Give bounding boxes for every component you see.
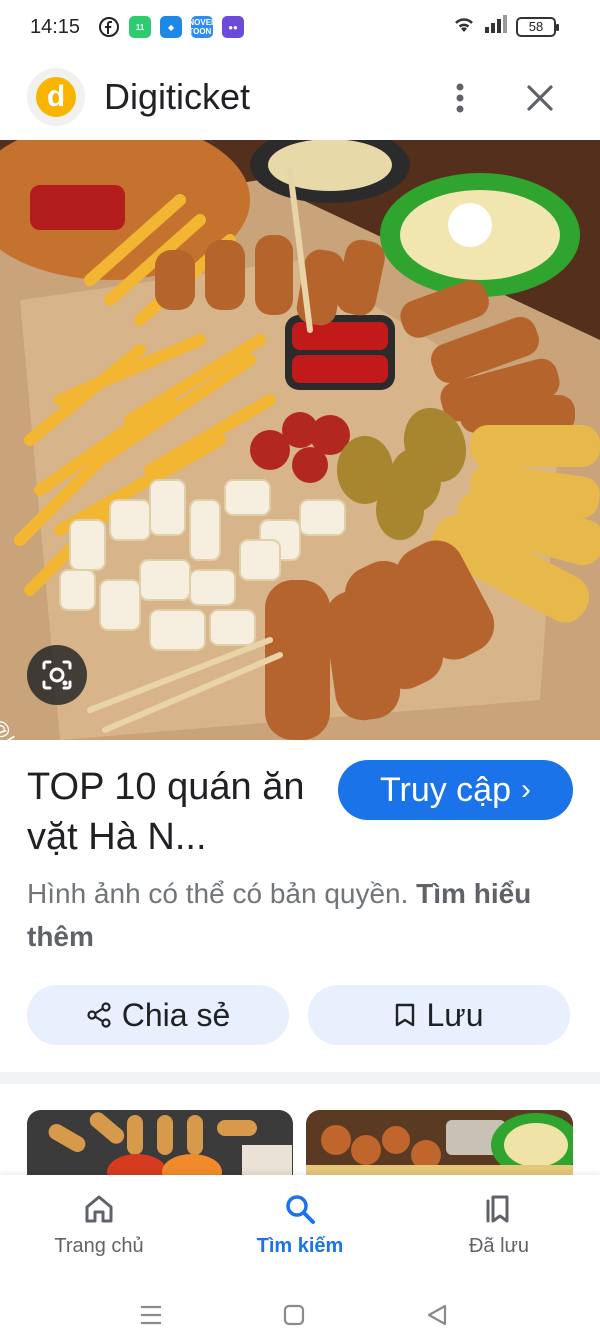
- nav-saved-label: Đã lưu: [468, 1235, 530, 1257]
- visit-button[interactable]: Truy cập ›: [338, 760, 573, 820]
- home-icon: [85, 1195, 113, 1223]
- google-lens-button[interactable]: [27, 645, 87, 705]
- lens-camera-icon: [42, 660, 72, 690]
- status-app-icons: 11 ◆ NOVEL TOON ●●: [98, 16, 245, 38]
- chevron-right-icon: ›: [521, 773, 531, 806]
- food-platter-image: [0, 140, 600, 740]
- nav-home-label: Trang chủ: [54, 1235, 144, 1257]
- saved-collections-icon: [486, 1195, 509, 1223]
- close-button[interactable]: [522, 80, 558, 116]
- system-home-button[interactable]: [274, 1295, 314, 1335]
- game-app-icon: ●●: [222, 16, 245, 38]
- system-back-button[interactable]: [417, 1295, 457, 1335]
- result-title[interactable]: TOP 10 quán ăn vặt Hà N...: [27, 762, 327, 862]
- close-icon: [527, 85, 553, 111]
- status-bar: 14:15 11 ◆ NOVEL TOON ●● 58: [0, 0, 600, 54]
- save-label: Lưu: [426, 996, 484, 1033]
- result-image[interactable]: @bacluaviahe: [0, 140, 600, 740]
- novel-toon-icon: NOVEL TOON: [188, 16, 216, 38]
- share-button[interactable]: Chia sẻ: [27, 985, 289, 1045]
- blue-app-icon: ◆: [160, 16, 183, 38]
- app-header: d Digiticket: [0, 62, 600, 134]
- more-options-button[interactable]: [446, 80, 474, 116]
- search-icon: [286, 1195, 315, 1224]
- green-app-icon: 11: [129, 16, 152, 38]
- nav-home[interactable]: Trang chủ: [19, 1193, 179, 1258]
- related-food-image-1: [27, 1110, 293, 1180]
- copyright-notice: Hình ảnh có thể có bản quyền. Tìm hiểu t…: [27, 872, 567, 958]
- related-food-image-2: [306, 1110, 573, 1180]
- facebook-icon: [98, 16, 121, 38]
- signal-icon: [484, 14, 508, 39]
- system-navigation-bar: [0, 1285, 600, 1343]
- save-button[interactable]: Lưu: [308, 985, 570, 1045]
- share-label: Chia sẻ: [121, 996, 231, 1033]
- nav-search[interactable]: Tìm kiếm: [220, 1193, 380, 1258]
- bookmark-icon: [396, 1003, 415, 1027]
- status-time: 14:15: [30, 15, 81, 38]
- site-title: Digiticket: [104, 76, 251, 117]
- related-image-2[interactable]: [306, 1110, 573, 1180]
- site-logo-letter: d: [36, 77, 76, 117]
- visit-label: Truy cập: [379, 770, 511, 809]
- copyright-text: Hình ảnh có thể có bản quyền.: [27, 878, 409, 909]
- bottom-navigation: Trang chủ Tìm kiếm Đã lưu: [0, 1175, 600, 1285]
- battery-indicator: 58: [516, 16, 559, 37]
- nav-saved[interactable]: Đã lưu: [419, 1193, 579, 1258]
- menu-icon: [141, 1305, 161, 1325]
- site-logo: d: [27, 68, 85, 126]
- back-triangle-icon: [427, 1304, 447, 1326]
- share-icon: [87, 1002, 111, 1028]
- wifi-icon: [452, 14, 476, 39]
- square-home-icon: [283, 1304, 305, 1326]
- nav-search-label: Tìm kiếm: [256, 1235, 344, 1257]
- related-image-1[interactable]: [27, 1110, 293, 1180]
- more-vert-icon: [456, 83, 464, 113]
- status-indicators: 58: [452, 14, 559, 39]
- recent-apps-button[interactable]: [131, 1295, 171, 1335]
- section-divider: [0, 1072, 600, 1084]
